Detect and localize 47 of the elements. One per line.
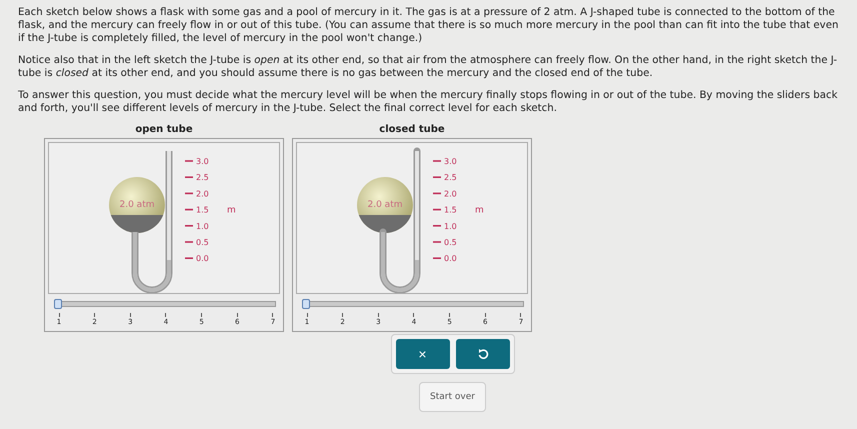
- scale-tick: [433, 192, 441, 194]
- undo-icon: [476, 348, 488, 360]
- scale-label: 2.0: [444, 189, 457, 198]
- unit-label: m: [475, 206, 484, 216]
- scale-tick: [185, 225, 193, 227]
- undo-button[interactable]: [456, 339, 510, 369]
- scale-tick: [185, 208, 193, 210]
- scale-label: 0.5: [444, 238, 457, 247]
- scale-label: 0.0: [444, 254, 457, 264]
- sketch-title: open tube: [135, 124, 193, 135]
- scale-tick: [433, 241, 441, 243]
- tooltip: Start over: [419, 382, 486, 412]
- scale-tick: [433, 176, 441, 178]
- scale-label: 1.5: [196, 206, 209, 215]
- flask-drawing: [357, 177, 413, 233]
- slider-thumb[interactable]: [302, 299, 310, 309]
- scale-tick: [185, 241, 193, 243]
- scale-tick: [433, 225, 441, 227]
- scale-label: 1.0: [196, 222, 209, 231]
- instruction-text: Notice also that in the left sketch the J-tube is open at its other end, so that air from the atmosphere can freely flow. On the other hand, in the right sketch the J-tube is closed at its other end, and you should assume there is no gas between the mercury and the closed end of the tube.: [18, 54, 838, 80]
- scale-label: 1.5: [444, 206, 457, 215]
- slider-track[interactable]: [302, 299, 524, 309]
- sketch-title: closed tube: [379, 124, 445, 135]
- instruction-text: Each sketch below shows a flask with some gas and a pool of mercury in it. The gas is at a pressure of 2 atm. A J-shaped tube is connected to the bottom of the flask, and the mercury can freely flow in or out of this tube. (You can assume that there is so much more mercury in the pool than can fit into the tube that even if the J-tube is completely filled, the level of mercury in the pool won't change.): [18, 6, 840, 45]
- slider-track[interactable]: [54, 299, 276, 309]
- scale-tick: [185, 257, 193, 259]
- slider-thumb[interactable]: [54, 299, 62, 309]
- clear-button[interactable]: ×: [396, 339, 450, 369]
- scale-tick: [185, 176, 193, 178]
- flask-drawing: [109, 177, 165, 233]
- scale-label: 3.0: [196, 157, 209, 166]
- scale-tick: [185, 192, 193, 194]
- pressure-label: 2.0 atm: [120, 200, 154, 210]
- instruction-text: To answer this question, you must decide what the mercury level will be when the mercury finally stops flowing in or out of the tube. By moving the sliders back and forth, you'll see different levels of mercury in the J-tube. Select the final correct level for each sketch.: [18, 89, 838, 115]
- scale-label: 0.5: [196, 238, 209, 247]
- scale-label: 3.0: [444, 157, 457, 166]
- scale-label: 2.0: [196, 189, 209, 198]
- scale-tick: [185, 160, 193, 162]
- scale-label: 2.5: [196, 173, 209, 182]
- scale-tick: [433, 160, 441, 162]
- scale-tick: [433, 208, 441, 210]
- scale-tick: [433, 257, 441, 259]
- scale-label: 2.5: [444, 173, 457, 182]
- scale-label: 0.0: [196, 254, 209, 264]
- scale-label: 1.0: [444, 222, 457, 231]
- unit-label: m: [227, 206, 236, 216]
- pressure-label: 2.0 atm: [368, 200, 402, 210]
